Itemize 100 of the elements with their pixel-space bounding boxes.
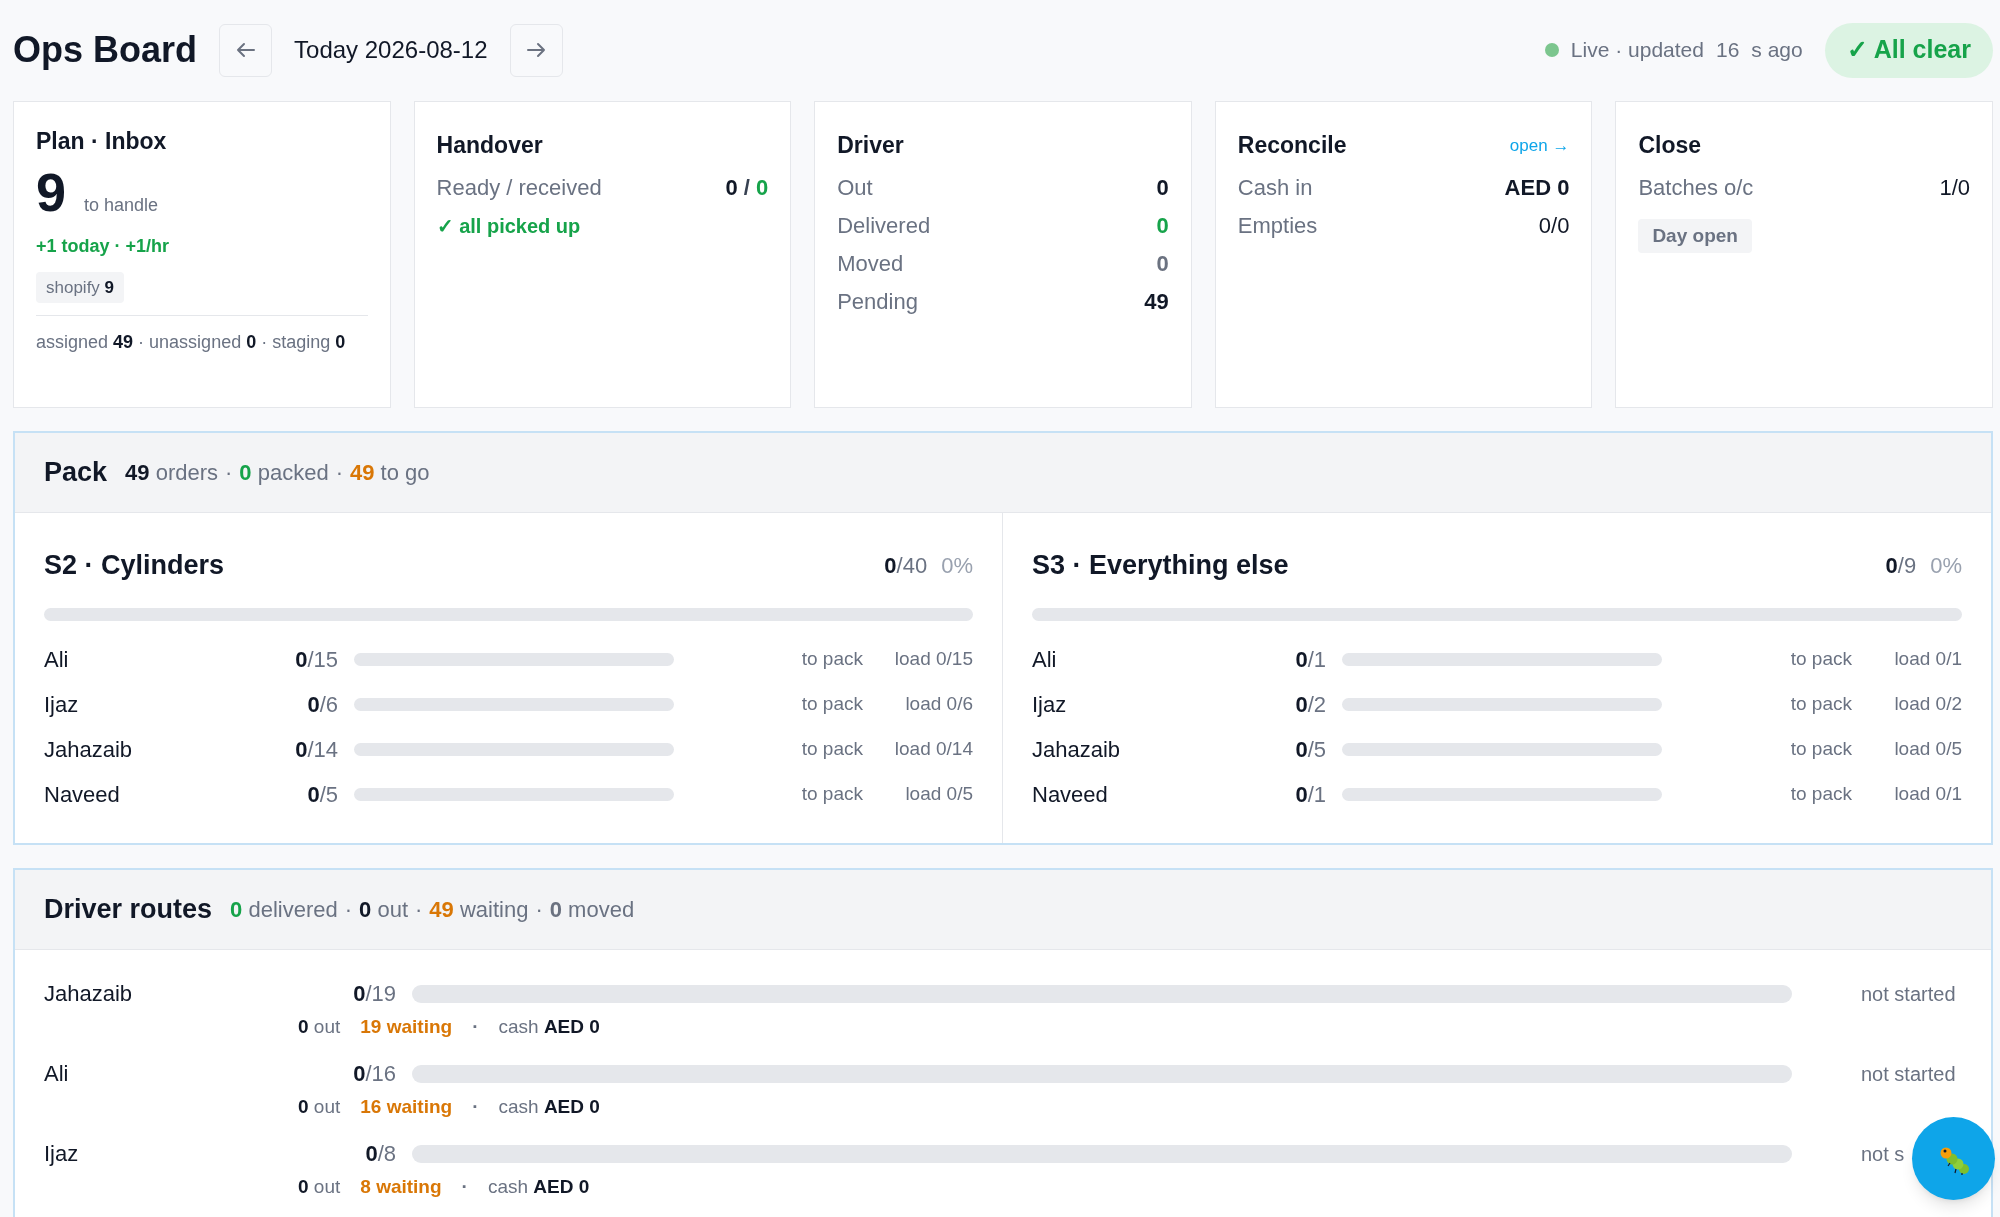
route-status: not started [1861,983,1956,1005]
card-title: Handover [436,131,543,160]
summary-stat: 0 moved [549,895,635,924]
packer-load: load 0/6 [904,691,973,716]
packer-status: to pack [1789,781,1852,806]
packer-status: to pack [800,646,863,671]
packer-load: load 0/2 [1893,691,1962,716]
row-value: 0 [1156,212,1169,240]
station-count: 0/40 [884,551,928,580]
summary-stat: 49 waiting [429,895,529,924]
separator-dot: · [472,1095,479,1120]
row-value: 0 [725,174,738,202]
packer-load: load 0/15 [893,646,973,671]
packer-load: load 0/5 [904,781,973,806]
separator-dot: · [225,459,233,487]
packer-count: 0/5 [306,780,338,809]
row-value: 0 [1156,174,1169,202]
count-label: to handle [84,193,159,217]
row-value: AED 0 [1504,174,1570,202]
station-count: 0/9 [1885,551,1917,580]
row-label: Batches o/c [1638,174,1754,202]
row-value: 0 [1156,250,1169,278]
arrow-right-icon [526,42,546,58]
page-title: Ops Board [13,28,198,72]
row-value: 1/0 [1939,174,1970,202]
out-count: 0 out [298,1095,341,1120]
station-title: S3 · Everything else [1032,549,1289,582]
driver-count: 0/8 [364,1140,396,1168]
route-status: not started [1861,1063,1956,1085]
card-title: Close [1638,131,1702,160]
section-title: Driver routes [44,892,213,926]
driver-name: Ijaz [44,1140,80,1168]
waiting-count: 8 waiting [360,1175,442,1200]
packer-count: 0/5 [1294,735,1326,764]
card-title: Driver [837,131,904,160]
row-value: / [743,174,750,202]
packer-load: load 0/1 [1893,646,1962,671]
packer-load: load 0/5 [1893,736,1962,761]
packer-name: Ijaz [44,690,80,719]
driver-count: 0/16 [352,1060,396,1088]
separator-dot: · [472,1015,479,1040]
waiting-count: 16 waiting [360,1095,453,1120]
packer-status: to pack [800,736,863,761]
separator-dot: · [335,459,343,487]
out-count: 0 out [298,1015,341,1040]
summary-stat: 0 delivered [230,895,338,924]
packer-count: 0/1 [1294,645,1326,674]
row-label: Ready / received [436,174,602,202]
row-value: 0 [755,174,769,202]
station-percent: 0% [941,551,973,580]
summary-stat: 49 orders [125,459,219,487]
packer-load: load 0/1 [1893,781,1962,806]
separator-dot: · [344,895,353,924]
separator-dot: · [461,1175,468,1200]
packer-name: Ali [44,645,70,674]
update-seconds: 16 [1715,37,1740,64]
packer-status: to pack [800,691,863,716]
packer-count: 0/1 [1294,780,1326,809]
status-badge: ✓ All clear [1824,22,1993,78]
packer-count: 0/15 [294,645,338,674]
cash-amount: cash AED 0 [498,1095,600,1120]
packer-count: 0/2 [1294,690,1326,719]
trend-text: +1 today · +1/hr [36,234,171,258]
row-label: Pending [837,288,918,316]
route-status: not s [1861,1143,1905,1165]
next-day-button[interactable] [509,23,563,77]
card-title: Plan · Inbox [36,127,168,156]
packer-name: Jahazaib [1032,735,1122,764]
card-title: Reconcile [1237,131,1347,160]
source-tag: shopify 9 [36,271,125,303]
packer-name: Ali [1032,645,1058,674]
summary-stat: 0 packed [239,459,329,487]
summary-stat: 49 to go [350,459,430,487]
row-label: Cash in [1237,174,1313,202]
status-note: ✓ all picked up [436,213,582,239]
packer-status: to pack [1789,736,1852,761]
row-label: Moved [837,250,904,278]
packer-status: to pack [1789,691,1852,716]
row-value: 0/0 [1538,212,1570,240]
assignment-summary: assigned 49 · unassigned 0 · staging 0 [36,331,347,354]
previous-day-button[interactable] [219,23,273,77]
live-status-text: Live · updated [1570,37,1704,64]
separator-dot: · [535,895,543,924]
open-link[interactable]: open → [1509,132,1570,158]
separator-dot: · [415,895,423,924]
waiting-count: 19 waiting [360,1015,453,1040]
date-label: Today 2026-08-12 [294,35,488,65]
station-title: S2 · Cylinders [44,549,225,582]
station-percent: 0% [1930,551,1962,580]
packer-count: 0/6 [306,690,338,719]
packer-name: Jahazaib [44,735,134,764]
driver-name: Ali [44,1060,70,1088]
row-value: 49 [1144,288,1169,316]
driver-name: Jahazaib [44,980,134,1008]
packer-status: to pack [800,781,863,806]
row-label: Out [837,174,873,202]
row-label: Delivered [837,212,931,240]
packer-load: load 0/14 [893,736,973,761]
section-title: Pack [44,456,108,490]
update-suffix: s ago [1751,37,1803,64]
